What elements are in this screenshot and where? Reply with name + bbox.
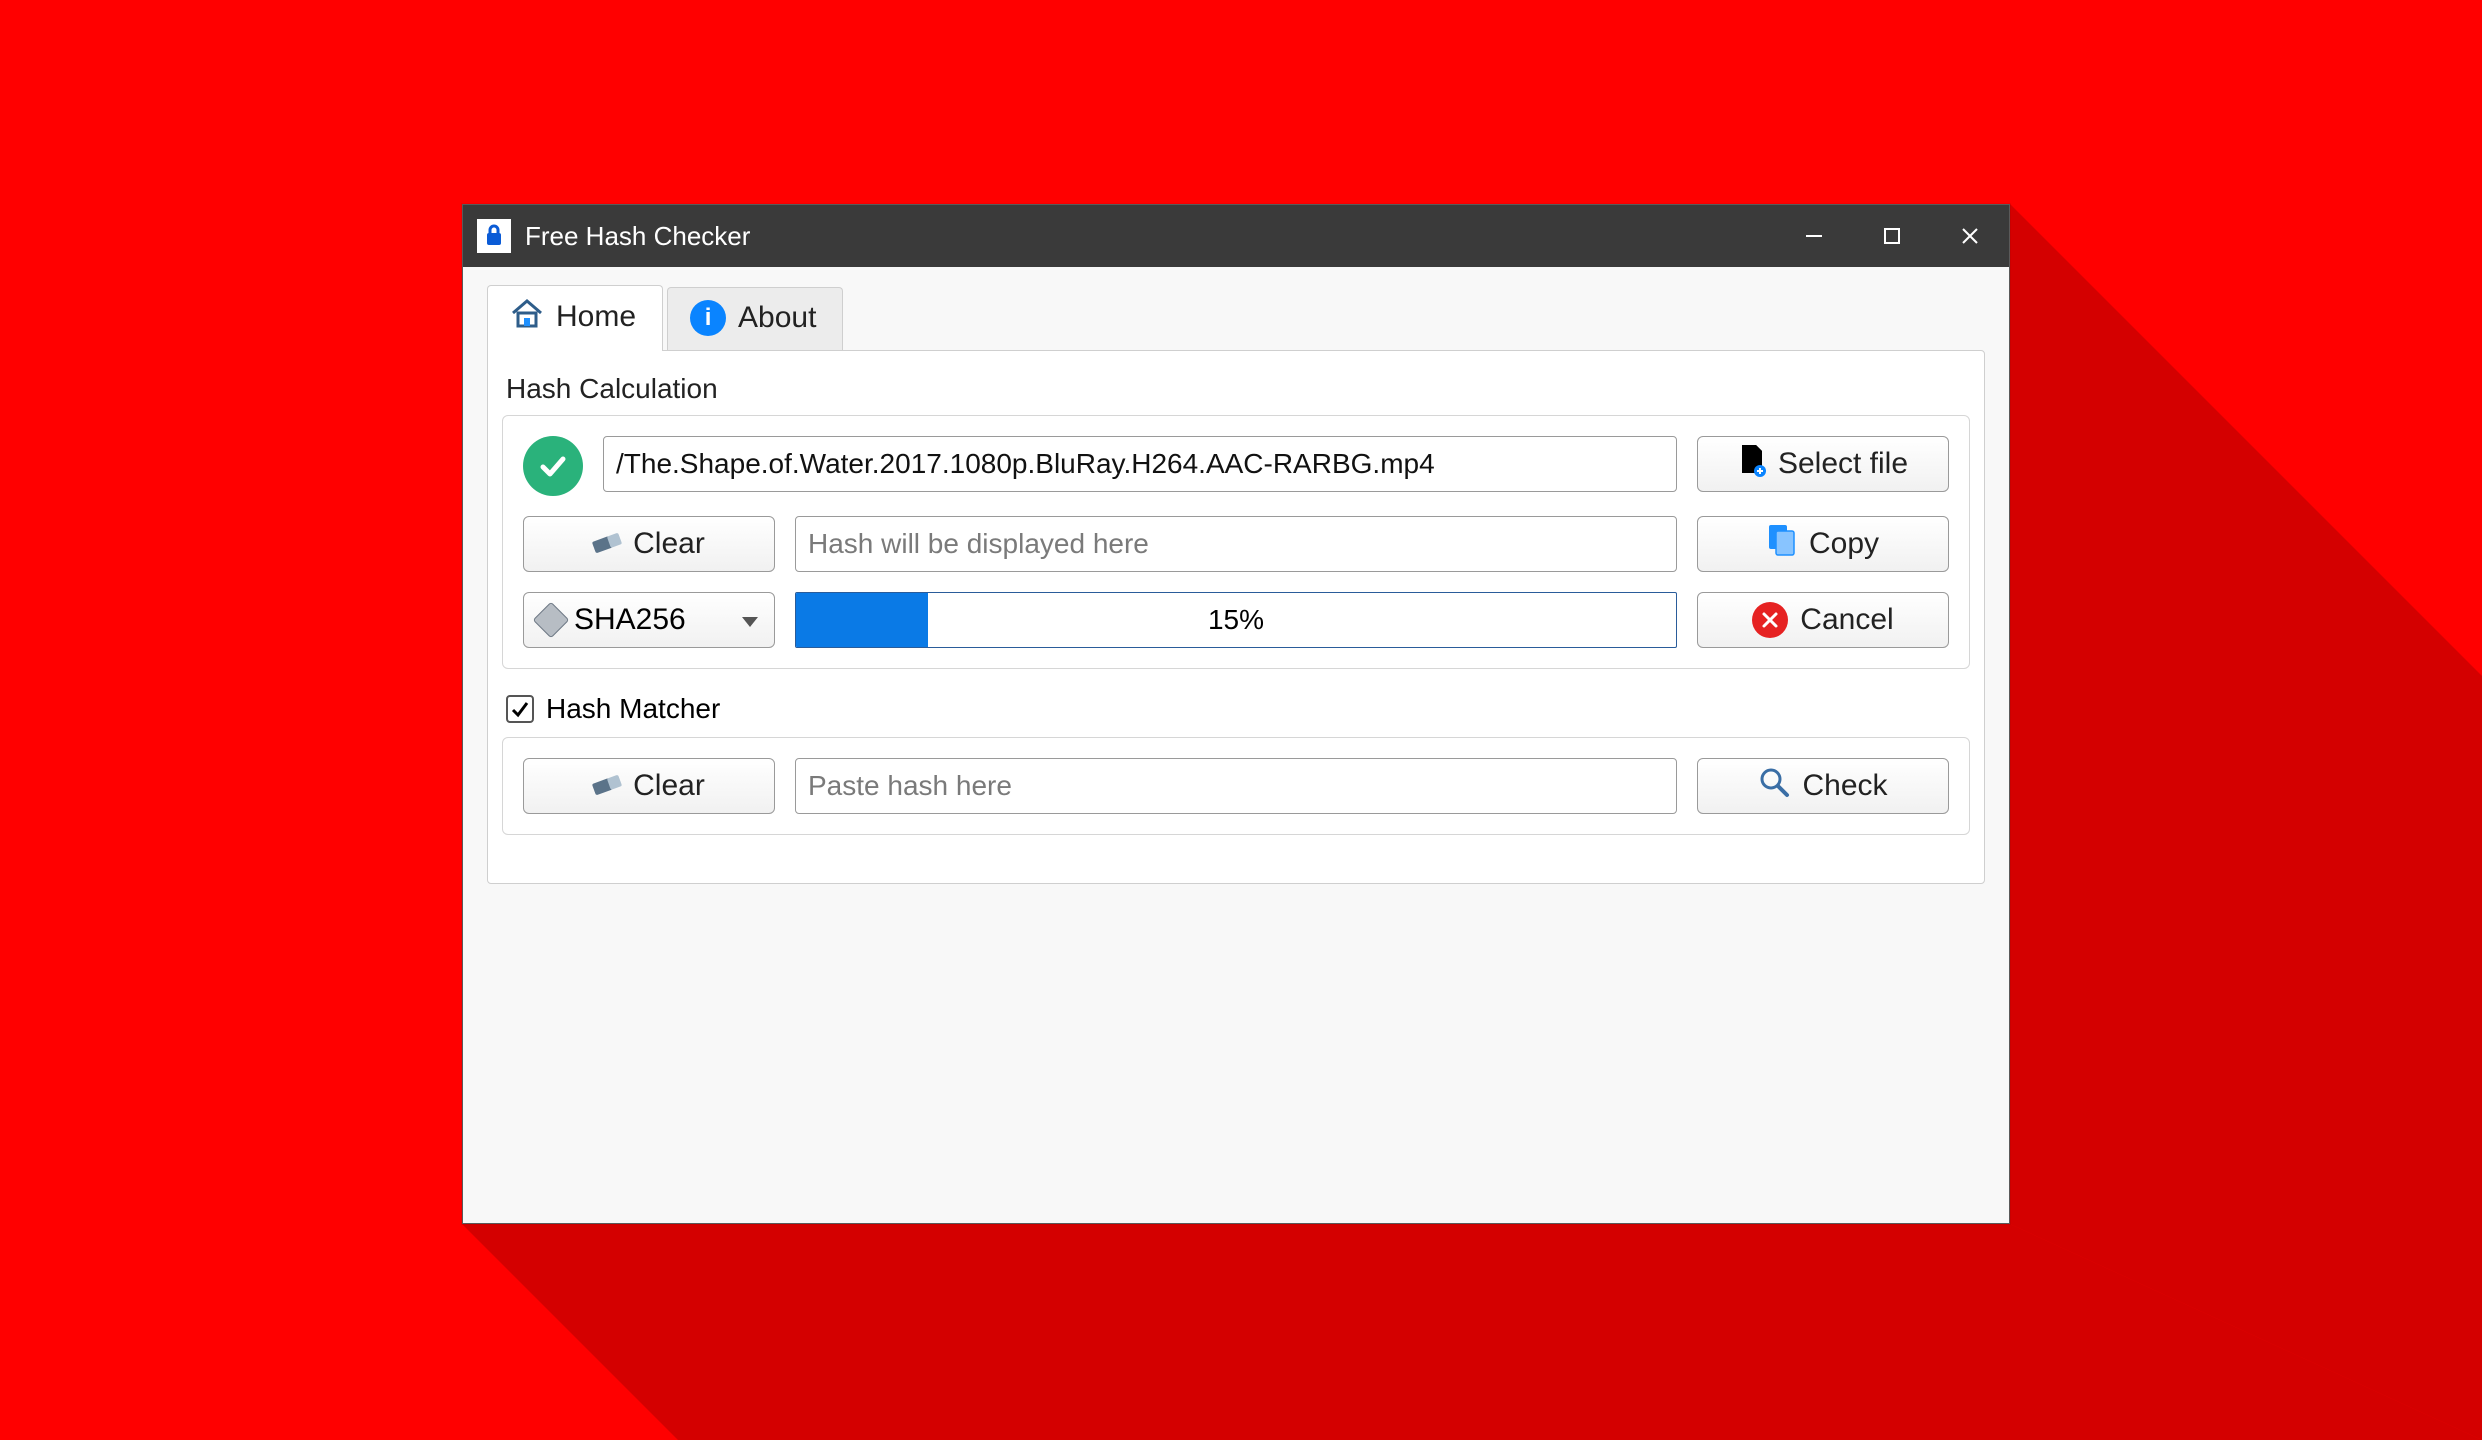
status-ok-icon [523, 436, 583, 496]
app-window: Free Hash Checker [462, 204, 2010, 1224]
close-button[interactable] [1931, 205, 2009, 267]
file-add-icon [1738, 443, 1766, 485]
window-title: Free Hash Checker [525, 221, 750, 252]
checkbox-icon [506, 695, 534, 723]
algorithm-selected: SHA256 [574, 603, 686, 637]
file-path-input[interactable]: /The.Shape.of.Water.2017.1080p.BluRay.H2… [603, 436, 1677, 492]
diamond-icon [533, 602, 570, 639]
clear-match-label: Clear [633, 769, 705, 803]
cancel-label: Cancel [1800, 603, 1893, 637]
hash-calculation-group: /The.Shape.of.Water.2017.1080p.BluRay.H2… [502, 415, 1970, 669]
algorithm-select[interactable]: SHA256 [523, 592, 775, 648]
titlebar[interactable]: Free Hash Checker [463, 205, 2009, 267]
cancel-button[interactable]: Cancel [1697, 592, 1949, 648]
maximize-button[interactable] [1853, 205, 1931, 267]
hash-calculation-label: Hash Calculation [496, 367, 1976, 415]
tab-home-label: Home [556, 300, 636, 334]
tab-panel-home: Hash Calculation /The.Shape.of.Water.201… [487, 350, 1985, 884]
eraser-icon [593, 769, 621, 803]
search-icon [1758, 766, 1790, 806]
clear-match-button[interactable]: Clear [523, 758, 775, 814]
copy-icon [1767, 523, 1797, 565]
copy-button[interactable]: Copy [1697, 516, 1949, 572]
cancel-icon [1752, 602, 1788, 638]
tab-about[interactable]: i About [667, 287, 843, 350]
minimize-button[interactable] [1775, 205, 1853, 267]
select-file-label: Select file [1778, 447, 1908, 481]
copy-label: Copy [1809, 527, 1879, 561]
tab-home[interactable]: Home [487, 285, 663, 350]
eraser-icon [593, 527, 621, 561]
check-label: Check [1802, 769, 1887, 803]
hash-matcher-toggle[interactable]: Hash Matcher [496, 693, 1976, 737]
app-icon [477, 219, 511, 253]
clear-hash-label: Clear [633, 527, 705, 561]
progress-percent: 15% [1208, 604, 1264, 636]
home-icon [510, 298, 544, 336]
progress-bar: 15% [795, 592, 1677, 648]
select-file-button[interactable]: Select file [1697, 436, 1949, 492]
info-icon: i [690, 300, 726, 336]
clear-hash-button[interactable]: Clear [523, 516, 775, 572]
hash-matcher-label: Hash Matcher [546, 693, 720, 725]
chevron-down-icon [740, 603, 760, 637]
paste-hash-input[interactable]: Paste hash here [795, 758, 1677, 814]
tab-about-label: About [738, 301, 816, 335]
hash-matcher-group: Clear Paste hash here Chec [502, 737, 1970, 835]
tab-strip: Home i About [463, 267, 2009, 350]
hash-output-input[interactable]: Hash will be displayed here [795, 516, 1677, 572]
check-button[interactable]: Check [1697, 758, 1949, 814]
